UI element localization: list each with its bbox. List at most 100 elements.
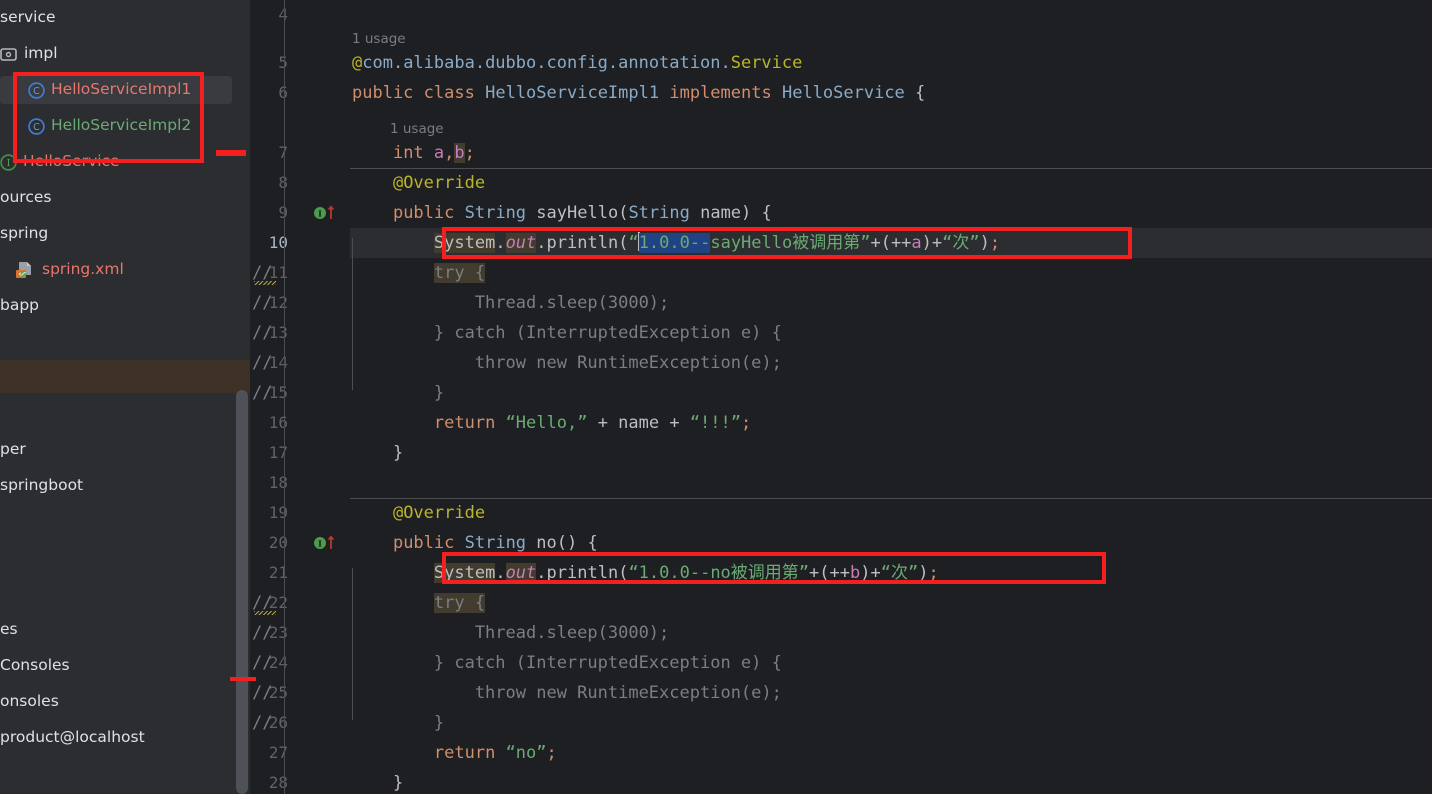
code-line[interactable]: throw new RuntimeException(e);: [352, 678, 782, 708]
code-line[interactable]: System.out.println(“1.0.0--sayHello被调用第”…: [352, 228, 1000, 258]
selected-text: 1.0.0--: [638, 233, 711, 253]
code-token: public: [392, 203, 455, 223]
code-line[interactable]: return “no”;: [352, 738, 557, 768]
code-token: a: [433, 143, 445, 163]
line-number: 21: [268, 563, 288, 582]
code-line[interactable]: Thread.sleep(3000);: [352, 618, 669, 648]
tree-item-per[interactable]: per: [0, 436, 26, 464]
sidebar-highlight-bar: [0, 360, 250, 393]
code-token: try {: [433, 593, 486, 613]
code-line[interactable]: return “Hello,” + name + “!!!”;: [352, 408, 751, 438]
code-token: “!!!”: [689, 413, 741, 433]
code-editor[interactable]: 456789I1011121314151617181920I2122232425…: [250, 0, 1432, 794]
comment-prefix: //: [252, 623, 273, 643]
indent-guide: [352, 568, 353, 720]
code-token: } catch (InterruptedException e) {: [352, 653, 782, 673]
line-number: 5: [228, 48, 288, 78]
code-line[interactable]: @Override: [352, 168, 485, 198]
code-token: .: [536, 563, 547, 583]
svg-text:C: C: [33, 122, 40, 133]
code-token: name: [689, 203, 742, 223]
code-line[interactable]: }: [352, 378, 444, 408]
spring-xml-icon: [16, 261, 36, 279]
tree-item-product-localhost[interactable]: product@localhost: [0, 724, 145, 752]
code-token: “次”: [942, 233, 980, 253]
code-token: Service: [730, 53, 803, 73]
code-line[interactable]: try {: [352, 588, 486, 618]
code-token: +(++: [870, 233, 912, 253]
code-line[interactable]: @com.alibaba.dubbo.config.annotation.Ser…: [352, 48, 802, 78]
svg-text:C: C: [33, 86, 40, 97]
tree-item-bapp[interactable]: bapp: [0, 292, 39, 320]
tree-item-springboot[interactable]: springboot: [0, 472, 83, 500]
tree-item-label: onsoles: [0, 692, 59, 711]
implements-interface-icon[interactable]: I: [312, 534, 344, 564]
code-token: (: [618, 563, 629, 583]
svg-text:I: I: [318, 208, 322, 218]
code-token: @Override: [392, 173, 486, 193]
line-number: 8: [228, 168, 288, 198]
tree-item-helloservice[interactable]: I HelloService: [0, 148, 120, 176]
code-token: }: [352, 773, 404, 793]
code-line[interactable]: Thread.sleep(3000);: [352, 288, 669, 318]
code-line[interactable]: }: [352, 708, 444, 738]
code-token: (: [618, 203, 629, 223]
code-line[interactable]: }: [352, 438, 403, 468]
code-line[interactable]: public String no() {: [352, 528, 598, 558]
code-line[interactable]: @Override: [352, 498, 485, 528]
code-token: public: [392, 533, 455, 553]
code-token: class: [423, 83, 475, 103]
code-line[interactable]: public String sayHello(String name) {: [352, 198, 772, 228]
code-token: String: [464, 533, 527, 553]
code-token: )+: [860, 563, 881, 583]
ide-window: service impl C HelloServiceImpl1 C HelloServi…: [0, 0, 1432, 794]
code-token: ;: [741, 413, 752, 433]
sidebar-lower-panel[interactable]: per springboot es Consoles onsoles product@lo…: [0, 393, 250, 794]
code-line[interactable]: int a,b;: [352, 138, 475, 168]
code-line[interactable]: throw new RuntimeException(e);: [352, 348, 782, 378]
code-token: ): [979, 233, 990, 253]
tree-item-onsoles[interactable]: onsoles: [0, 688, 59, 716]
tree-item-impl[interactable]: impl: [0, 40, 58, 68]
tree-item-es[interactable]: es: [0, 616, 18, 644]
tree-item-consoles[interactable]: Consoles: [0, 652, 70, 680]
tree-item-label: HelloService: [23, 152, 120, 171]
tree-item-label: Consoles: [0, 656, 70, 675]
tree-item-helloserviceimpl1[interactable]: C HelloServiceImpl1: [0, 76, 232, 104]
code-token: @Override: [392, 503, 486, 523]
tree-item-label: impl: [24, 44, 58, 63]
code-line[interactable]: } catch (InterruptedException e) {: [352, 648, 782, 678]
code-token: HelloService: [781, 83, 905, 103]
tree-item-spring-xml[interactable]: spring.xml: [16, 256, 124, 284]
tree-item-ources[interactable]: ources: [0, 184, 51, 212]
tree-item-label: HelloServiceImpl2: [51, 116, 192, 135]
line-number: 28: [268, 773, 288, 792]
code-token: b: [454, 143, 465, 163]
line-number: 16: [268, 413, 288, 432]
code-line[interactable]: public class HelloServiceImpl1 implement…: [352, 78, 925, 108]
tree-item-helloserviceimpl2[interactable]: C HelloServiceImpl2: [28, 112, 191, 140]
tree-item-spring[interactable]: spring: [0, 220, 48, 248]
code-token: .: [495, 563, 506, 583]
code-line[interactable]: try {: [352, 258, 486, 288]
code-token: () {: [556, 533, 598, 553]
code-line[interactable]: } catch (InterruptedException e) {: [352, 318, 782, 348]
code-token: ;: [546, 743, 557, 763]
code-token: “次”: [880, 563, 919, 583]
tree-item-service[interactable]: service: [0, 4, 56, 32]
code-line[interactable]: }: [352, 768, 403, 794]
implements-interface-icon[interactable]: I: [312, 204, 344, 234]
class-icon: C: [28, 81, 45, 99]
code-line[interactable]: System.out.println(“1.0.0--no被调用第”+(++b)…: [352, 558, 939, 588]
svg-text:I: I: [318, 538, 322, 548]
line-number: 10: [268, 233, 288, 252]
